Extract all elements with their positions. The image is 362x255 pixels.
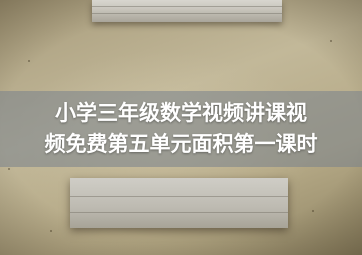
caption-band: 小学三年级数学视频讲课视 频免费第五单元面积第一课时 (0, 91, 362, 167)
speck (330, 40, 332, 42)
speck (50, 230, 52, 232)
caption-line-2: 频免费第五单元面积第一课时 (44, 132, 318, 156)
speck (28, 60, 30, 62)
paper-stack-bottom (70, 178, 288, 228)
speck (312, 210, 314, 212)
paper-stack-top (92, 0, 282, 22)
caption-line-1: 小学三年级数学视频讲课视 (55, 101, 307, 125)
background-photo: 小学三年级数学视频讲课视 频免费第五单元面积第一课时 (0, 0, 362, 255)
speck (8, 168, 10, 170)
